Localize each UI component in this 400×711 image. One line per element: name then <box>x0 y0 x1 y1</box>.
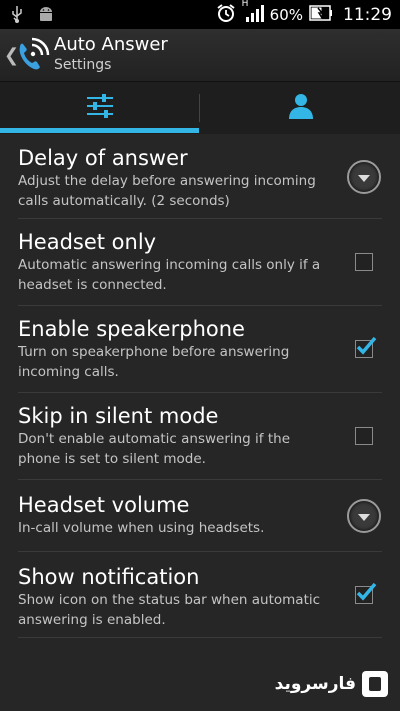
checkmark-icon <box>356 336 377 355</box>
setting-summary: Automatic answering incoming calls only … <box>18 257 321 293</box>
tab-profile[interactable] <box>201 82 400 134</box>
usb-icon <box>10 5 24 27</box>
setting-headset-only[interactable]: Headset only Automatic answering incomin… <box>18 219 382 306</box>
setting-title: Enable speakerphone <box>18 317 245 341</box>
action-bar: ❮ Auto Answer Settings <box>0 29 400 82</box>
app-title: Auto Answer <box>54 34 168 55</box>
watermark: فارسروید <box>275 671 388 697</box>
tab-bar <box>0 82 400 134</box>
checkbox-unchecked <box>355 253 373 271</box>
setting-title: Headset volume <box>18 493 190 517</box>
battery-charging-icon <box>309 5 333 25</box>
watermark-text: فارسروید <box>274 674 356 694</box>
status-bar: H 60% 11:29 <box>0 0 400 29</box>
watermark-logo-icon <box>362 671 388 697</box>
setting-title: Delay of answer <box>18 146 188 170</box>
setting-summary: Don't enable automatic answering if the … <box>18 431 290 467</box>
setting-summary: Show icon on the status bar when automat… <box>18 592 321 628</box>
setting-skip-in-silent-mode[interactable]: Skip in silent mode Don't enable automat… <box>18 393 382 480</box>
headset-only-checkbox[interactable] <box>346 244 382 280</box>
setting-headset-volume[interactable]: Headset volume In-call volume when using… <box>18 480 382 552</box>
person-icon <box>288 92 314 124</box>
checkmark-icon <box>356 582 377 601</box>
setting-summary: Adjust the delay before answering incomi… <box>18 173 316 209</box>
setting-summary: Turn on speakerphone before answering in… <box>18 344 290 380</box>
clock: 11:29 <box>343 5 392 25</box>
selected-tab-indicator <box>0 128 199 133</box>
chevron-down-icon <box>347 498 381 533</box>
sliders-icon <box>86 93 114 123</box>
checkbox-checked <box>355 336 377 358</box>
alarm-clock-icon <box>216 3 236 27</box>
setting-title: Headset only <box>18 230 157 254</box>
delay-dropdown[interactable] <box>346 159 382 195</box>
chevron-down-icon <box>347 159 381 194</box>
tab-divider <box>199 94 200 122</box>
battery-percent: 60% <box>269 6 303 24</box>
setting-title: Show notification <box>18 565 200 589</box>
setting-summary: In-call volume when using headsets. <box>18 520 265 536</box>
signal-icon: H <box>241 0 264 27</box>
silent-mode-checkbox[interactable] <box>346 418 382 454</box>
setting-enable-speakerphone[interactable]: Enable speakerphone Turn on speakerphone… <box>18 306 382 393</box>
checkbox-checked <box>355 582 377 604</box>
android-icon <box>38 5 54 27</box>
checkbox-unchecked <box>355 427 373 445</box>
setting-delay-of-answer[interactable]: Delay of answer Adjust the delay before … <box>18 135 382 219</box>
speakerphone-checkbox[interactable] <box>346 331 382 367</box>
phone-wifi-icon[interactable] <box>12 35 52 75</box>
notification-checkbox[interactable] <box>346 577 382 613</box>
tab-settings[interactable] <box>0 82 199 134</box>
setting-show-notification[interactable]: Show notification Show icon on the statu… <box>18 552 382 638</box>
settings-list: Delay of answer Adjust the delay before … <box>18 135 382 638</box>
app-subtitle: Settings <box>54 57 112 73</box>
network-type-label: H <box>241 0 249 9</box>
setting-title: Skip in silent mode <box>18 404 219 428</box>
headset-volume-dropdown[interactable] <box>346 498 382 534</box>
